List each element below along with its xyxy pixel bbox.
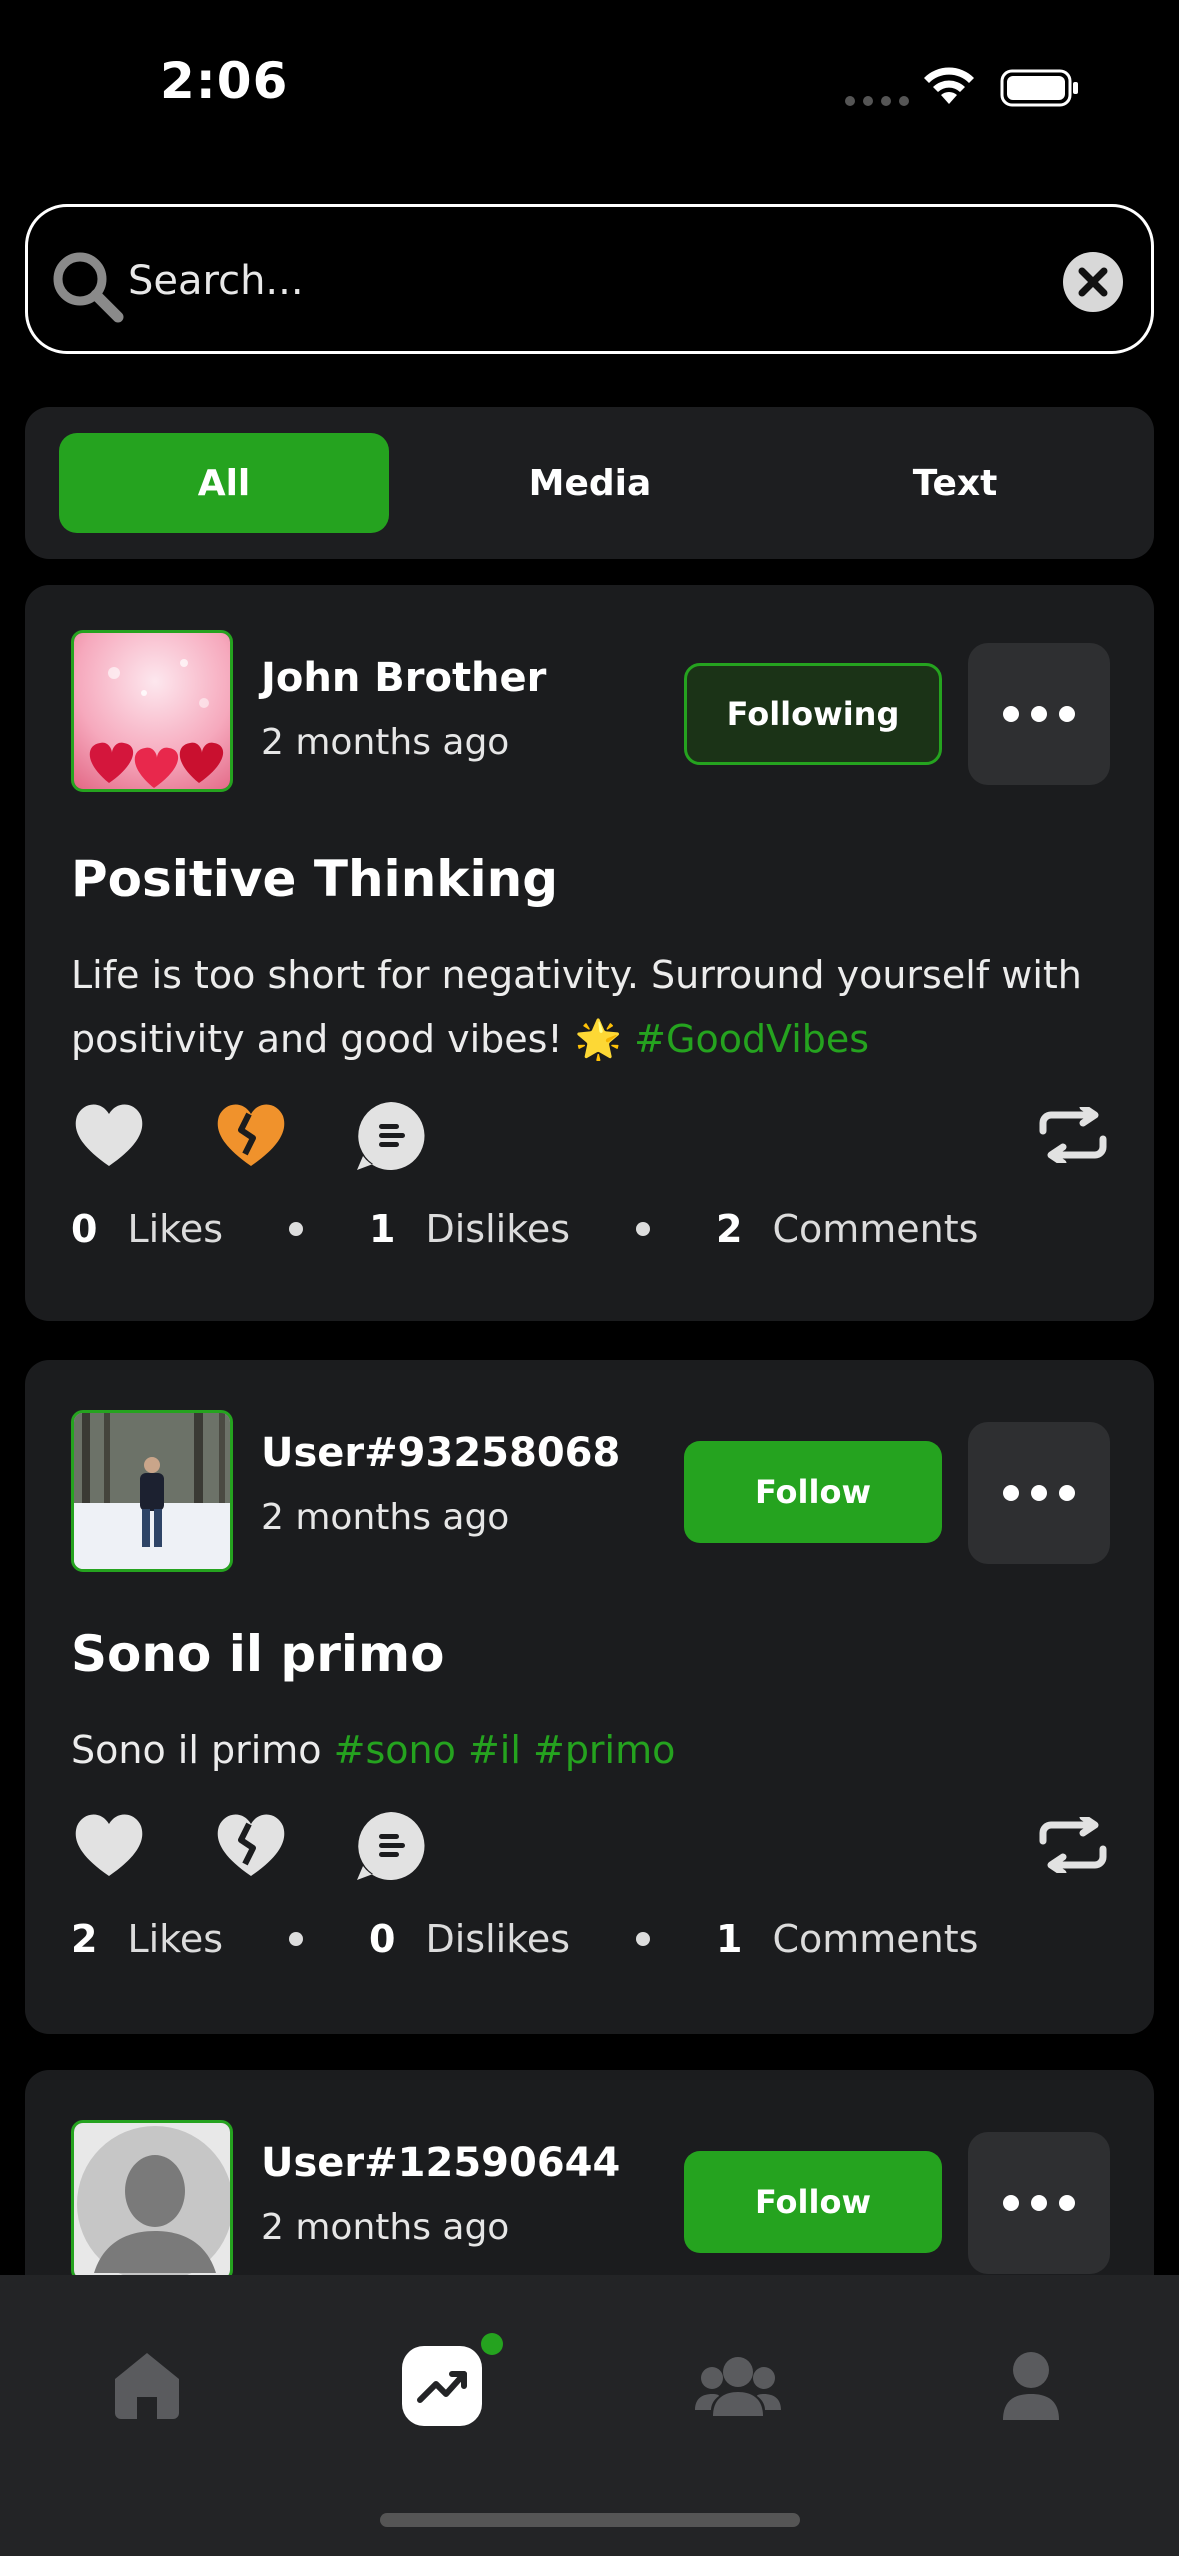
post-stats: 2 Likes 0 Dislikes 1 Comments	[71, 1917, 978, 1961]
heart-icon[interactable]	[71, 1100, 147, 1170]
trending-icon	[402, 2346, 482, 2426]
status-time: 2:06	[160, 52, 289, 110]
notification-badge	[481, 2333, 503, 2355]
likes-label: Likes	[127, 1917, 224, 1961]
post-timestamp: 2 months ago	[261, 722, 510, 763]
repost-icon[interactable]	[1037, 1817, 1109, 1873]
comment-icon[interactable]	[355, 1810, 427, 1882]
more-icon[interactable]	[968, 2132, 1110, 2274]
dislikes-count: 1	[369, 1207, 396, 1251]
separator-dot	[289, 1932, 304, 1946]
tab-text[interactable]: Text	[790, 433, 1120, 533]
comment-icon[interactable]	[355, 1100, 427, 1172]
clear-icon[interactable]	[1062, 251, 1124, 313]
cellular-signal-icon	[845, 96, 909, 106]
tab-all[interactable]: All	[59, 433, 389, 533]
follow-button[interactable]: Follow	[684, 1441, 942, 1543]
more-icon[interactable]	[968, 643, 1110, 785]
post-title: Sono il primo	[71, 1625, 445, 1683]
comments-count: 2	[716, 1207, 743, 1251]
avatar[interactable]	[71, 2120, 233, 2282]
post-text: Life is too short for negativity. Surrou…	[71, 953, 1082, 1061]
home-indicator[interactable]	[380, 2513, 800, 2527]
likes-label: Likes	[127, 1207, 224, 1251]
community-icon	[695, 2357, 781, 2416]
search-icon	[53, 252, 124, 323]
filter-tabs: All Media Text	[25, 407, 1154, 559]
post-stats: 0 Likes 1 Dislikes 2 Comments	[71, 1207, 978, 1251]
post-username[interactable]: User#93258068	[261, 1430, 620, 1476]
nav-home[interactable]	[97, 2335, 197, 2435]
post-title: Positive Thinking	[71, 850, 559, 908]
post-body: Sono il primo #sono #il #primo	[71, 1718, 1121, 1782]
more-icon[interactable]	[968, 1422, 1110, 1564]
wifi-icon	[924, 67, 974, 104]
post-card: John Brother 2 months ago Following Posi…	[25, 585, 1154, 1321]
tab-media[interactable]: Media	[425, 433, 755, 533]
avatar[interactable]	[71, 1410, 233, 1572]
comments-count: 1	[716, 1917, 743, 1961]
post-timestamp: 2 months ago	[261, 2207, 510, 2248]
following-button[interactable]: Following	[684, 663, 942, 765]
home-icon	[115, 2353, 179, 2419]
search-bar	[25, 204, 1154, 354]
dislikes-count: 0	[369, 1917, 396, 1961]
post-text: Sono il primo	[71, 1728, 322, 1772]
nav-trending[interactable]	[393, 2333, 503, 2435]
status-bar: 2:06	[0, 0, 1179, 170]
heart-icon[interactable]	[71, 1810, 147, 1880]
post-body: Life is too short for negativity. Surrou…	[71, 943, 1121, 1071]
snow-forest-avatar-image	[74, 1413, 230, 1569]
profile-icon	[1003, 2352, 1059, 2420]
dislikes-label: Dislikes	[425, 1207, 571, 1251]
search-input[interactable]	[128, 243, 1028, 319]
post-card: User#93258068 2 months ago Follow Sono i…	[25, 1360, 1154, 2034]
comments-label[interactable]: Comments	[772, 1917, 978, 1961]
battery-icon	[1000, 69, 1078, 107]
follow-button[interactable]: Follow	[684, 2151, 942, 2253]
likes-count: 2	[71, 1917, 98, 1961]
post-username[interactable]: John Brother	[261, 655, 546, 701]
broken-heart-icon[interactable]	[213, 1100, 289, 1170]
separator-dot	[636, 1222, 651, 1236]
nav-community[interactable]	[688, 2335, 788, 2435]
default-avatar-image	[74, 2123, 230, 2279]
broken-heart-icon[interactable]	[213, 1810, 289, 1880]
post-timestamp: 2 months ago	[261, 1497, 510, 1538]
nav-profile[interactable]	[981, 2335, 1081, 2435]
post-hashtags[interactable]: #sono #il #primo	[334, 1728, 676, 1772]
likes-count: 0	[71, 1207, 98, 1251]
hearts-avatar-image	[74, 633, 230, 789]
post-hashtags[interactable]: #GoodVibes	[634, 1017, 869, 1061]
dislikes-label: Dislikes	[425, 1917, 571, 1961]
separator-dot	[636, 1932, 651, 1946]
post-username[interactable]: User#12590644	[261, 2140, 620, 2186]
separator-dot	[289, 1222, 304, 1236]
repost-icon[interactable]	[1037, 1107, 1109, 1163]
avatar[interactable]	[71, 630, 233, 792]
comments-label[interactable]: Comments	[772, 1207, 978, 1251]
